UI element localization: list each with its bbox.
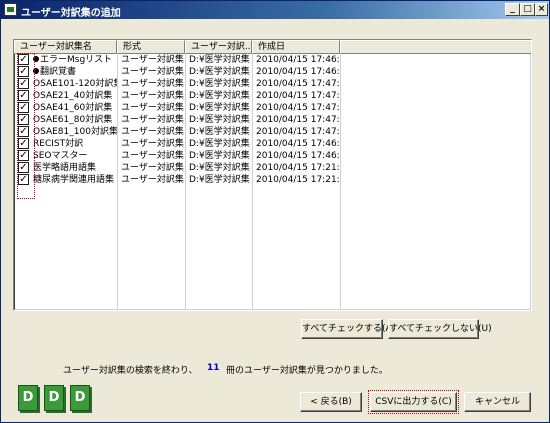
item-folder: D:¥医学対訳集	[189, 151, 250, 161]
bullet-icon	[33, 56, 39, 62]
item-checkbox[interactable]: ✓	[18, 66, 29, 77]
list-item[interactable]: ✓ OSAE61_80対訳集 ユーザー対訳集 D:¥医学対訳集 2010/04/15 1…	[14, 114, 344, 126]
column-header-name[interactable]: ユーザー対訳集名	[14, 40, 117, 54]
app-logo-book-icon: D	[70, 385, 90, 411]
item-checkbox[interactable]: ✓	[18, 150, 29, 161]
item-date: 2010/04/15 17:47:10	[256, 79, 340, 89]
item-name: 翻訳覚書	[40, 67, 77, 77]
list-item[interactable]: ✓ OSAE101-120対訳集 ユーザー対訳集 D:¥医学対訳集 2010/04/15…	[14, 78, 344, 90]
app-logo-book-icon: D	[44, 385, 64, 411]
item-format: ユーザー対訳集	[121, 103, 184, 113]
item-date: 2010/04/15 17:46:32	[256, 67, 340, 77]
item-date: 2010/04/15 17:47:10	[256, 91, 340, 101]
item-checkbox[interactable]: ✓	[18, 138, 29, 149]
item-checkbox[interactable]: ✓	[18, 162, 29, 173]
list-item[interactable]: ✓ 医学略語用語集 ユーザー対訳集 D:¥医学対訳集 2010/04/15 17:21:…	[14, 162, 344, 174]
list-item[interactable]: ✓ OSAE41_60対訳集 ユーザー対訳集 D:¥医学対訳集 2010/04/15 1…	[14, 102, 344, 114]
item-format: ユーザー対訳集	[121, 79, 184, 89]
item-date: 2010/04/15 17:46:35	[256, 139, 340, 149]
item-checkbox[interactable]: ✓	[18, 78, 29, 89]
item-checkbox[interactable]: ✓	[18, 126, 29, 137]
item-checkbox[interactable]: ✓	[18, 90, 29, 101]
item-format: ユーザー対訳集	[121, 91, 184, 101]
item-format: ユーザー対訳集	[121, 55, 184, 65]
item-name: OSAE21_40対訳集	[33, 91, 113, 101]
item-format: ユーザー対訳集	[121, 115, 184, 125]
window-title: ユーザー対訳集の追加	[21, 8, 121, 19]
item-folder: D:¥医学対訳集	[189, 103, 250, 113]
list-item[interactable]: ✓ RECIST対訳 ユーザー対訳集 D:¥医学対訳集 2010/04/15 17:46…	[14, 138, 344, 150]
item-folder: D:¥医学対訳集	[189, 175, 250, 185]
column-header-date[interactable]: 作成日	[252, 40, 340, 54]
export-csv-button[interactable]: CSVに出力する(C)	[368, 390, 459, 414]
title-bar[interactable]: ユーザー対訳集の追加 _ □ ×	[1, 1, 549, 19]
list-item[interactable]: ✓ 翻訳覚書 ユーザー対訳集 D:¥医学対訳集 2010/04/15 17:46:32	[14, 66, 344, 78]
item-format: ユーザー対訳集	[121, 139, 184, 149]
item-date: 2010/04/15 17:47:10	[256, 127, 340, 137]
item-folder: D:¥医学対訳集	[189, 115, 250, 125]
list-item[interactable]: ✓ SEOマスター ユーザー対訳集 D:¥医学対訳集 2010/04/15 17:46:…	[14, 150, 344, 162]
item-checkbox[interactable]: ✓	[18, 114, 29, 125]
item-folder: D:¥医学対訳集	[189, 79, 250, 89]
item-date: 2010/04/15 17:47:09	[256, 103, 340, 113]
item-date: 2010/04/15 17:47:09	[256, 115, 340, 125]
result-count: 11	[207, 363, 220, 373]
item-format: ユーザー対訳集	[121, 175, 184, 185]
dictionary-list[interactable]: ユーザー対訳集名 形式 ユーザー対訳... 作成日 ✓ エラーMsgリスト ユーザー…	[13, 39, 532, 311]
item-name: 医学略語用語集	[33, 163, 97, 173]
item-format: ユーザー対訳集	[121, 151, 184, 161]
list-header: ユーザー対訳集名 形式 ユーザー対訳... 作成日	[14, 40, 531, 54]
item-name: OSAE101-120対訳集	[33, 79, 117, 89]
item-folder: D:¥医学対訳集	[189, 139, 250, 149]
item-date: 2010/04/15 17:46:30	[256, 55, 340, 65]
column-header-format[interactable]: 形式	[117, 40, 185, 54]
dialog-window: ユーザー対訳集の追加 _ □ × ユーザー対訳集名 形式 ユーザー対訳... 作…	[0, 0, 550, 423]
list-item[interactable]: ✓ エラーMsgリスト ユーザー対訳集 D:¥医学対訳集 2010/04/15 17:4…	[14, 54, 344, 66]
check-all-button[interactable]: すべてチェックする(A)	[301, 319, 395, 339]
maximize-button[interactable]: □	[520, 3, 535, 16]
list-item[interactable]: ✓ 糖尿病学関連用語集 ユーザー対訳集 D:¥医学対訳集 2010/04/15 17:2…	[14, 174, 344, 186]
item-name: 糖尿病学関連用語集	[33, 175, 115, 185]
item-format: ユーザー対訳集	[121, 127, 184, 137]
app-icon	[4, 3, 17, 16]
column-header-empty	[340, 40, 531, 54]
item-name: RECIST対訳	[33, 139, 84, 149]
item-date: 2010/04/15 17:21:25	[256, 163, 340, 173]
item-date: 2010/04/15 17:21:29	[256, 175, 340, 185]
item-name: SEOマスター	[33, 151, 88, 161]
item-checkbox[interactable]: ✓	[18, 54, 29, 65]
list-item[interactable]: ✓ OSAE81_100対訳集 ユーザー対訳集 D:¥医学対訳集 2010/04/15 …	[14, 126, 344, 138]
status-text: ユーザー対訳集の検索を終わり、	[63, 366, 198, 376]
item-checkbox[interactable]: ✓	[18, 102, 29, 113]
item-folder: D:¥医学対訳集	[189, 163, 250, 173]
item-format: ユーザー対訳集	[121, 163, 184, 173]
minimize-button[interactable]: _	[505, 3, 520, 16]
list-item[interactable]: ✓ OSAE21_40対訳集 ユーザー対訳集 D:¥医学対訳集 2010/04/15 1…	[14, 90, 344, 102]
item-folder: D:¥医学対訳集	[189, 67, 250, 77]
item-folder: D:¥医学対訳集	[189, 127, 250, 137]
uncheck-all-button[interactable]: すべてチェックしない(U)	[388, 319, 492, 339]
cancel-button[interactable]: キャンセル	[464, 392, 531, 412]
bullet-icon	[33, 68, 39, 74]
status-suffix: 冊のユーザー対訳集が見つかりました。	[226, 366, 388, 376]
item-folder: D:¥医学対訳集	[189, 55, 250, 65]
close-button[interactable]: ×	[535, 3, 548, 16]
column-header-folder[interactable]: ユーザー対訳...	[185, 40, 252, 54]
item-name: OSAE41_60対訳集	[33, 103, 113, 113]
item-name: OSAE61_80対訳集	[33, 115, 113, 125]
item-format: ユーザー対訳集	[121, 67, 184, 77]
item-folder: D:¥医学対訳集	[189, 91, 250, 101]
back-button[interactable]: < 戻る(B)	[300, 392, 362, 412]
item-name: エラーMsgリスト	[40, 55, 113, 65]
app-logo-book-icon: D	[18, 385, 38, 411]
item-date: 2010/04/15 17:46:33	[256, 151, 340, 161]
item-checkbox[interactable]: ✓	[18, 174, 29, 185]
item-name: OSAE81_100対訳集	[33, 127, 117, 137]
